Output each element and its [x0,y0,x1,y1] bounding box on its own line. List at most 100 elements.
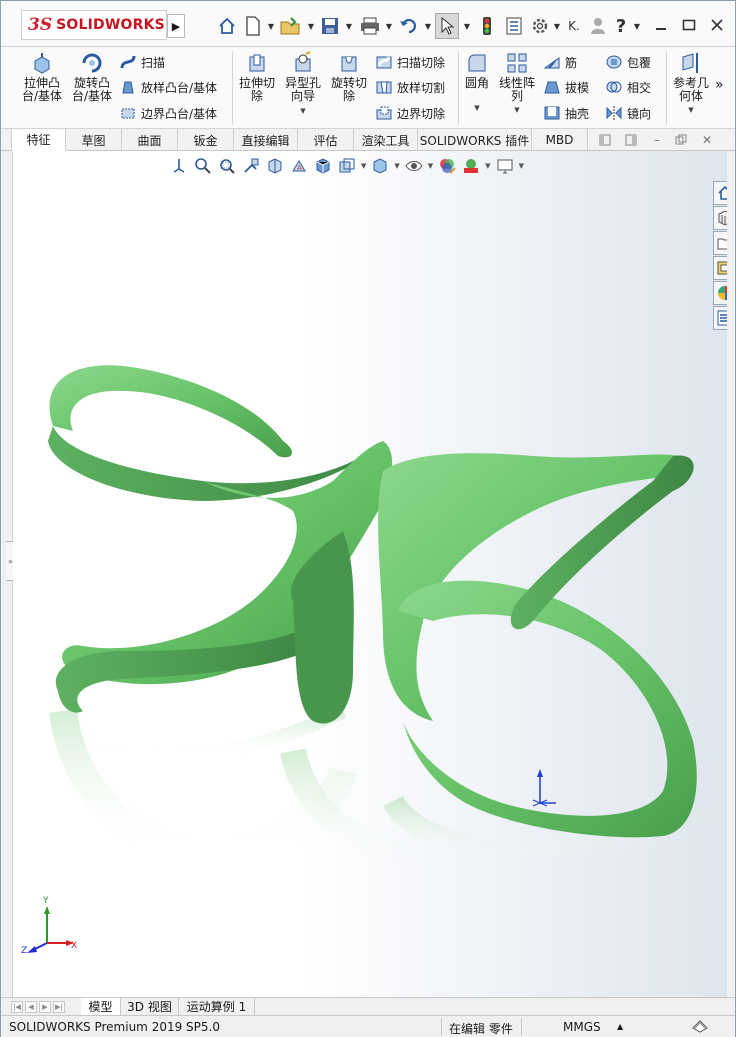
help-dropdown-icon[interactable]: ▼ [633,13,641,39]
tile-left-icon[interactable] [597,132,613,148]
swept-cut-button[interactable]: 扫描切除 [375,53,445,71]
draft-button[interactable]: 拔模 [543,78,589,96]
rib-button[interactable]: 筋 [543,53,577,71]
ds-logo-mark: 3S [28,15,53,35]
new-document-icon[interactable] [242,13,264,39]
command-manager-ribbon: 拉伸凸 台/基体 旋转凸 台/基体 扫描 放样凸台/基体 边界凸台/基体 拉伸切… [1,47,735,129]
tab-mbd[interactable]: MBD [532,129,588,151]
tab-render-tools[interactable]: 渲染工具 [354,129,418,151]
revolve-cut-icon [341,56,357,72]
open-dropdown-icon[interactable]: ▼ [307,13,315,39]
loft-boss-button[interactable]: 放样凸台/基体 [119,78,217,96]
mirror-button[interactable]: 镜向 [605,104,651,122]
options-dropdown-icon[interactable]: ▼ [553,13,561,39]
boundary-cut-button[interactable]: 边界切除 [375,104,445,122]
tab-model[interactable]: 模型 [81,998,121,1015]
tab-features[interactable]: 特征 [11,129,66,151]
help-icon[interactable]: ? [611,13,631,39]
wrap-button[interactable]: 包覆 [605,53,651,71]
reference-geometry-button[interactable]: 参考几 何体 ▼ [670,51,712,117]
doc-minimize-icon[interactable]: – [649,132,665,148]
status-separator [441,1018,442,1036]
user-account-label[interactable]: K. [565,13,583,39]
ribbon-overflow-icon[interactable]: » [715,77,724,93]
shell-button[interactable]: 抽壳 [543,104,589,122]
tab-sketch[interactable]: 草图 [66,129,122,151]
extrude-boss-icon [34,53,50,74]
solidworks-logo[interactable]: 3S SOLIDWORKS [21,10,167,40]
tile-right-icon[interactable] [623,132,639,148]
tab-3d-views[interactable]: 3D 视图 [121,998,179,1015]
wrap-icon [606,55,622,69]
doc-close-icon[interactable]: ✕ [699,132,715,148]
tab-evaluate[interactable]: 评估 [298,129,354,151]
first-tab-nav-icon[interactable]: |◀ [11,1001,23,1013]
select-cursor-icon[interactable] [435,13,459,39]
lofted-cut-button[interactable]: 放样切割 [375,78,445,96]
status-bar: SOLIDWORKS Premium 2019 SP5.0 在编辑 零件 MMG… [1,1015,735,1037]
tab-sheet-metal[interactable]: 钣金 [178,129,234,151]
doc-restore-icon[interactable] [673,132,689,148]
ribbon-sculpture-model[interactable]: Y X Z [13,151,727,997]
hole-wizard-dropdown-icon[interactable]: ▼ [300,105,305,118]
undo-icon[interactable] [397,13,421,39]
status-tooltip-icon[interactable] [691,1018,709,1037]
wrap-label: 包覆 [627,55,652,70]
tab-solidworks-addins[interactable]: SOLIDWORKS 插件 [418,129,532,151]
home-icon[interactable] [215,13,239,39]
maximize-icon[interactable] [677,13,701,37]
tab-motion-study-1[interactable]: 运动算例 1 [179,998,255,1015]
unit-system-label[interactable]: MMGS [563,1020,601,1034]
hole-wizard-button[interactable]: 异型孔 向导 ▼ [281,51,325,118]
ribbon-separator [232,51,233,125]
save-dropdown-icon[interactable]: ▼ [345,13,353,39]
prev-tab-nav-icon[interactable]: ◀ [25,1001,37,1013]
fillet-dropdown-icon[interactable]: ▼ [474,102,479,115]
extrude-cut-icon [249,54,265,72]
menu-expand-button[interactable]: ▶ [167,14,185,38]
intersect-button[interactable]: 相交 [605,78,651,96]
linear-pattern-dropdown-icon[interactable]: ▼ [514,104,519,117]
last-tab-nav-icon[interactable]: ▶| [53,1001,65,1013]
fillet-button[interactable]: 圆角 ▼ [462,51,492,115]
undo-dropdown-icon[interactable]: ▼ [424,13,432,39]
options-gear-icon[interactable] [529,13,551,39]
reference-geometry-dropdown-icon[interactable]: ▼ [688,104,693,117]
open-document-icon[interactable] [278,13,302,39]
rebuild-traffic-light-icon[interactable] [477,13,497,39]
linear-pattern-button[interactable]: 线性阵 列 ▼ [496,51,538,117]
revolve-cut-button[interactable]: 旋转切 除 [327,51,371,103]
intersect-icon [606,81,622,93]
file-properties-icon[interactable] [503,13,525,39]
boundary-boss-icon [121,108,135,119]
graphics-area[interactable]: A ▼ ▼ ▼ ▼ ▼ Y X Z [13,151,727,997]
user-icon[interactable] [587,13,609,39]
solidworks-window: 3S SOLIDWORKS ▶ ▼ ▼ ▼ ▼ ▼ ▼ ▼ K. ? ▼ 拉伸凸… [0,0,736,1037]
boundary-boss-button[interactable]: 边界凸台/基体 [119,104,217,122]
select-dropdown-icon[interactable]: ▼ [463,13,471,39]
sweep-button[interactable]: 扫描 [119,53,165,71]
next-tab-nav-icon[interactable]: ▶ [39,1001,51,1013]
extrude-boss-button[interactable]: 拉伸凸 台/基体 [19,51,65,103]
shell-label: 抽壳 [565,106,590,121]
tab-surfaces[interactable]: 曲面 [122,129,178,151]
extrude-boss-label: 拉伸凸 台/基体 [21,76,63,103]
tab-direct-editing[interactable]: 直接编辑 [234,129,298,151]
save-icon[interactable] [319,13,341,39]
rib-icon [543,57,560,69]
minimize-icon[interactable] [649,13,673,37]
product-version-label: SOLIDWORKS Premium 2019 SP5.0 [9,1020,220,1034]
unit-system-dropdown-icon[interactable]: ▲ [617,1022,623,1031]
left-loop-top-band [49,365,293,458]
revolve-boss-button[interactable]: 旋转凸 台/基体 [69,51,115,103]
title-bar: 3S SOLIDWORKS ▶ ▼ ▼ ▼ ▼ ▼ ▼ ▼ K. ? ▼ [1,1,735,47]
sweep-icon [120,55,136,69]
extrude-cut-button[interactable]: 拉伸切 除 [235,51,279,103]
print-dropdown-icon[interactable]: ▼ [385,13,393,39]
close-icon[interactable] [705,13,729,37]
new-dropdown-icon[interactable]: ▼ [267,13,275,39]
print-icon[interactable] [357,13,383,39]
revolve-boss-label: 旋转凸 台/基体 [71,76,113,103]
linear-pattern-icon [507,53,527,73]
right-loop-band [398,580,697,838]
